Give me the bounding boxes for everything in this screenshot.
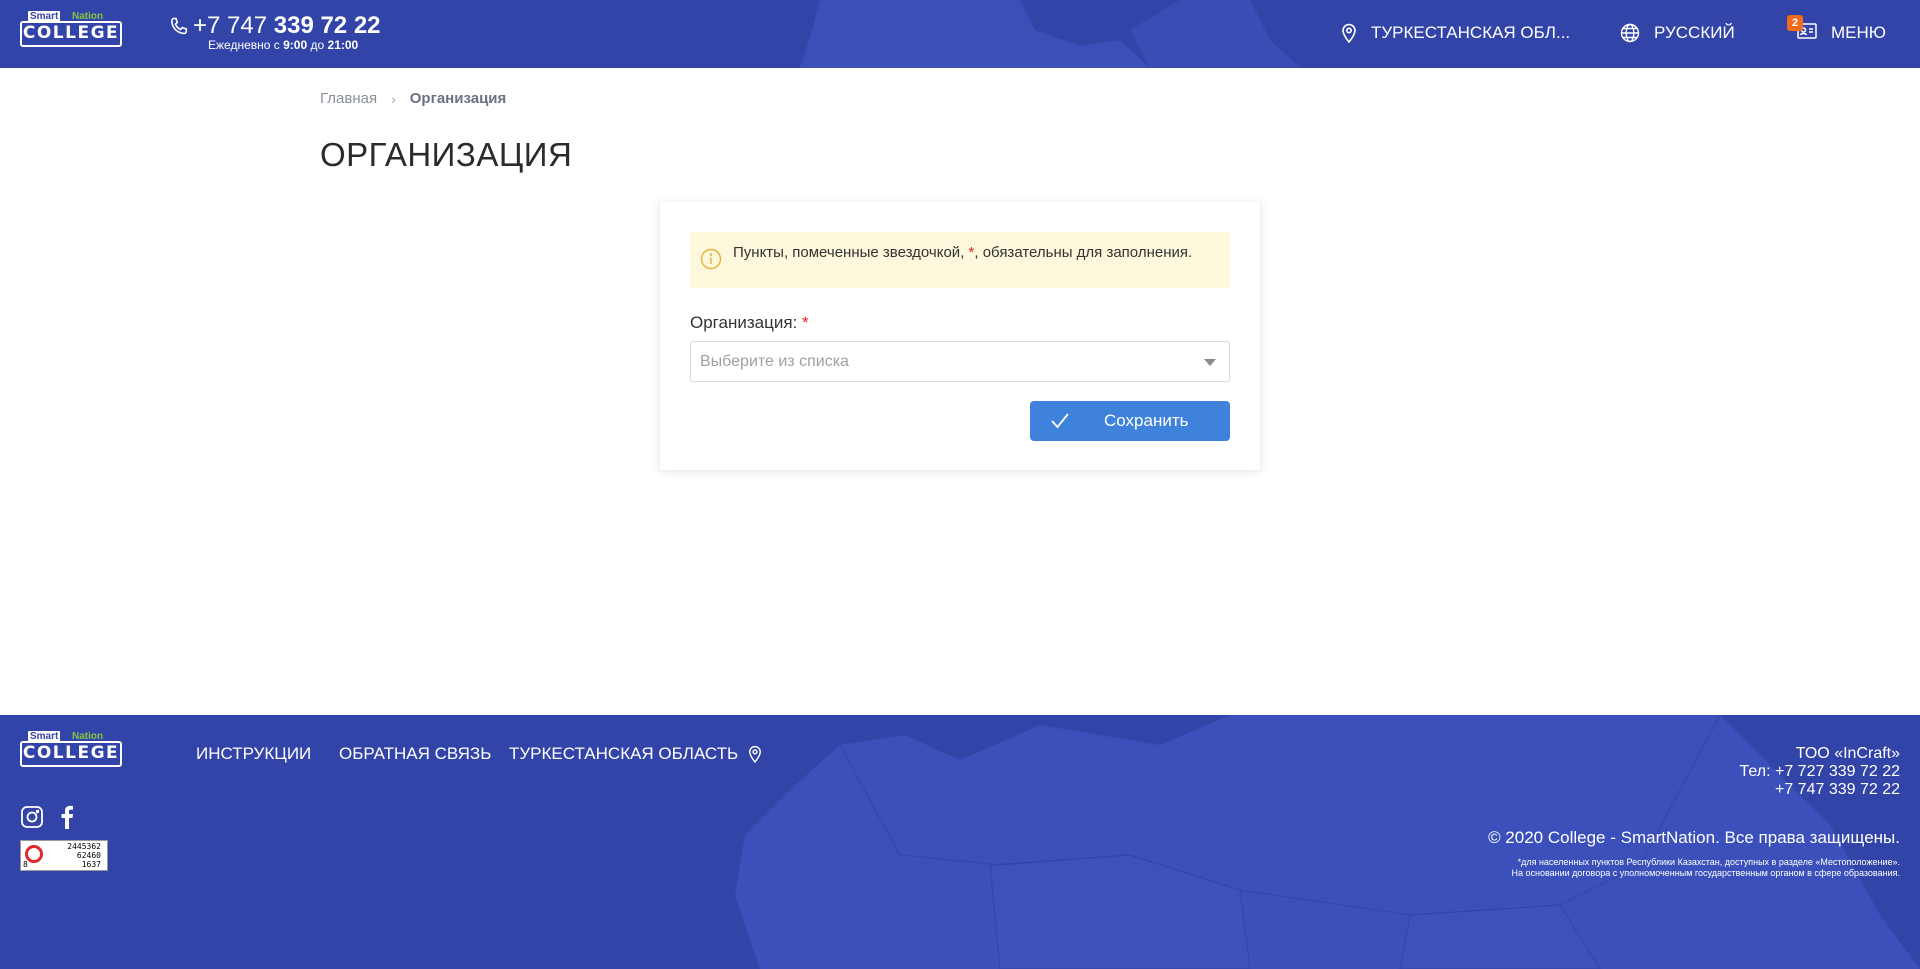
location-pin-icon [1342,23,1356,43]
footer-note-2: На основании договора с уполномоченным г… [1511,868,1900,878]
phone-hours: Ежедневно с 9:00 до 21:00 [208,38,359,52]
site-logo[interactable]: Smart Nation COLLEGE [20,11,122,47]
counter-line-1: 2445362 [67,842,101,851]
notice-text: Пункты, помеченные звездочкой, *, обязат… [733,244,1193,261]
footer-logo[interactable]: Smart Nation COLLEGE [20,731,122,767]
breadcrumb: Главная › Организация [320,90,506,107]
menu-badge: 2 [1787,14,1803,31]
logo-college-text: COLLEGE [22,23,120,43]
save-button[interactable]: Сохранить [1030,401,1230,441]
breadcrumb-home[interactable]: Главная [320,90,377,107]
footer-tel-1[interactable]: Тел: +7 727 339 72 22 [1740,763,1900,781]
site-footer: Smart Nation COLLEGE ИНСТРУКЦИИ ОБРАТНАЯ… [0,715,1920,969]
info-icon [700,248,722,270]
menu-button[interactable]: 2 МЕНЮ [1787,14,1886,46]
location-pin-icon [749,745,762,763]
phone-icon [170,17,188,35]
page-title: ОРГАНИЗАЦИЯ [320,136,573,173]
region-selector[interactable]: ТУРКЕСТАНСКАЯ ОБЛ... [1341,20,1570,46]
required-fields-notice: Пункты, помеченные звездочкой, *, обязат… [690,232,1230,288]
globe-icon [1620,23,1640,43]
footer-region-label: ТУРКЕСТАНСКАЯ ОБЛАСТЬ [509,744,739,763]
region-label: ТУРКЕСТАНСКАЯ ОБЛ... [1371,23,1571,42]
footer-tel-2[interactable]: +7 747 339 72 22 [1775,781,1900,799]
logo-nation-text: Nation [72,731,104,742]
logo-nation-text: Nation [72,11,104,22]
logo-smart-text: Smart [28,11,61,22]
language-label: РУССКИЙ [1654,23,1735,42]
menu-label: МЕНЮ [1831,23,1886,42]
select-placeholder: Выберите из списка [700,353,849,370]
footer-note-1: *для населенных пунктов Республики Казах… [1517,857,1900,867]
counter-line-3: 1637 [81,860,101,869]
organization-select[interactable]: Выберите из списка [690,341,1230,382]
checkmark-icon [1051,413,1069,429]
footer-region-selector[interactable]: ТУРКЕСТАНСКАЯ ОБЛАСТЬ [509,744,762,764]
footer-link-instructions[interactable]: ИНСТРУКЦИИ [196,744,311,764]
logo-college-text: COLLEGE [22,743,120,763]
phone-number: +7 747 339 72 22 [193,12,381,39]
footer-link-feedback[interactable]: ОБРАТНАЯ СВЯЗЬ [339,744,491,764]
breadcrumb-separator: › [391,90,396,107]
instagram-icon[interactable] [20,805,44,829]
counter-line-2: 62460 [76,851,101,860]
organization-form-card: Пункты, помеченные звездочкой, *, обязат… [660,202,1260,470]
footer-copyright: © 2020 College - SmartNation. Все права … [1488,828,1900,847]
save-button-label: Сохранить [1104,411,1189,430]
logo-smart-text: Smart [28,731,61,742]
organization-field-label: Организация: * [690,313,809,332]
language-selector[interactable]: РУССКИЙ [1620,20,1735,46]
facebook-icon[interactable] [60,805,74,829]
site-header: Smart Nation COLLEGE +7 747 339 72 22 Еж… [0,0,1920,68]
required-mark: * [802,313,809,332]
chevron-down-icon [1204,359,1216,366]
visitor-counter[interactable]: 2445362 62460 1637 8 [20,840,108,871]
counter-left: 8 [23,860,28,869]
footer-company: ТОО «InCraft» [1795,745,1900,762]
breadcrumb-current: Организация [409,90,507,107]
